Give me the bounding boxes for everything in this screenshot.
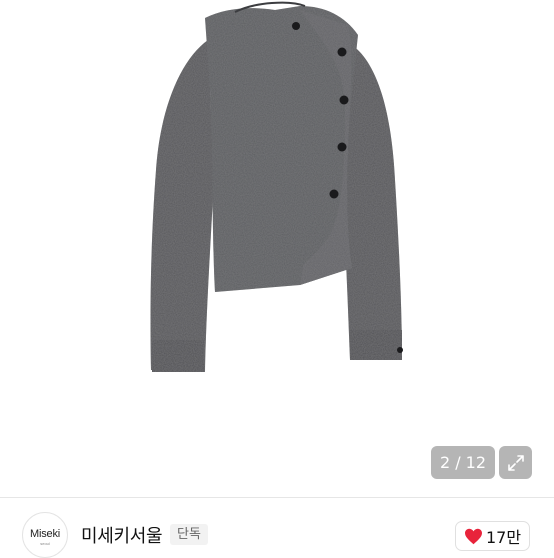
shop-avatar[interactable]: Miseki seoul	[22, 512, 68, 558]
shop-bar: Miseki seoul 미세키서울 단독 17만	[0, 498, 554, 558]
like-button[interactable]: 17만	[455, 521, 530, 551]
product-gallery[interactable]: 2 / 12	[0, 0, 554, 497]
like-count: 17만	[485, 528, 522, 547]
expand-icon	[507, 454, 524, 471]
expand-button[interactable]	[499, 446, 532, 479]
exclusive-badge: 단독	[170, 524, 208, 545]
shop-avatar-logo: Miseki	[30, 528, 60, 540]
image-page-counter: 2 / 12	[431, 446, 495, 479]
shop-avatar-sub: seoul	[40, 541, 50, 546]
heart-icon	[464, 528, 482, 544]
shop-name[interactable]: 미세키서울	[81, 522, 163, 548]
product-image[interactable]	[0, 0, 554, 497]
